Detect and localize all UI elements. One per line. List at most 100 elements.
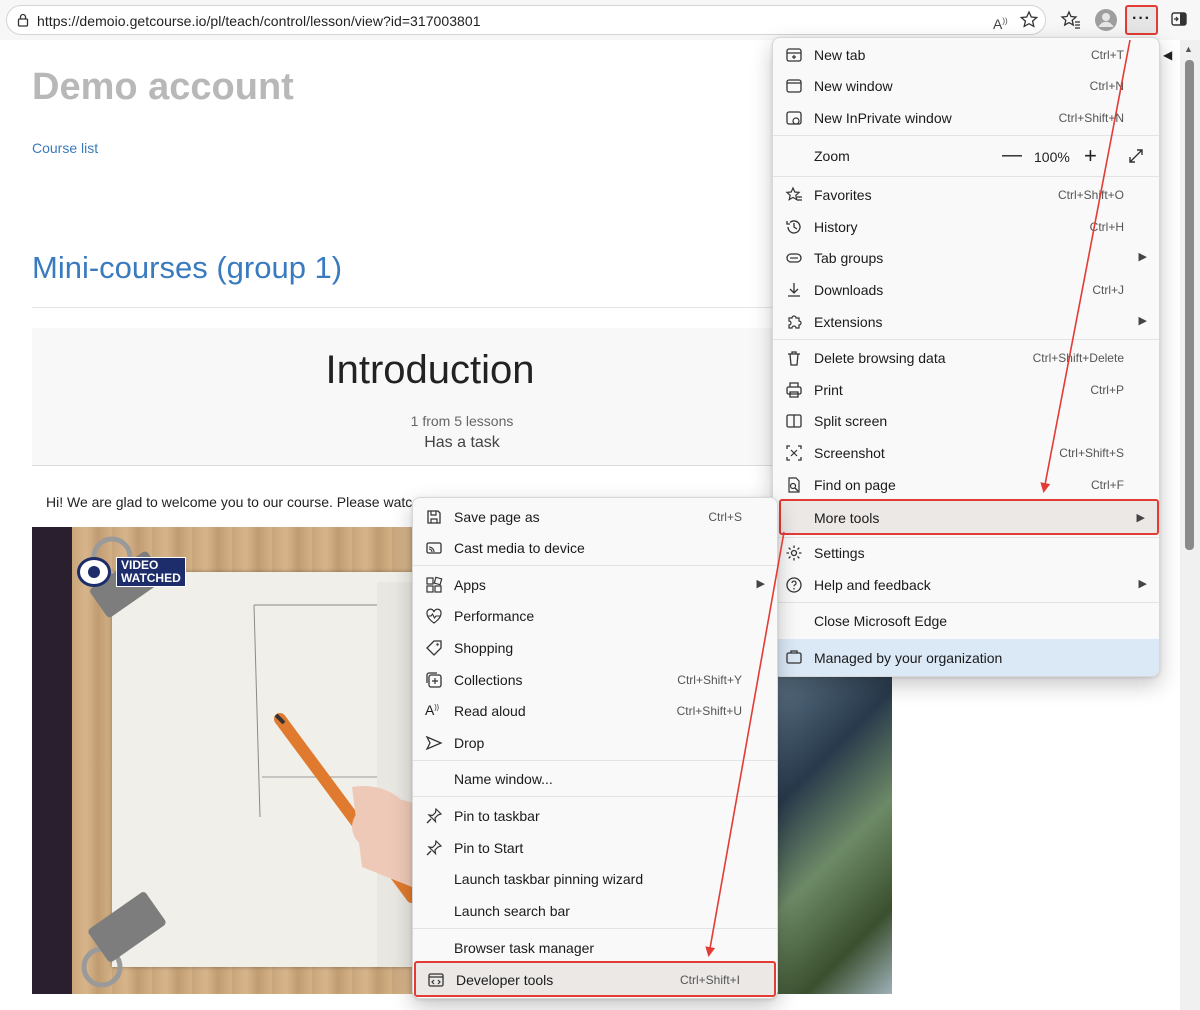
menu-item-drop[interactable]: Drop xyxy=(413,728,777,758)
video-watched-badge: VIDEO WATCHED xyxy=(116,557,186,587)
find-icon xyxy=(785,476,803,494)
site-title: Demo account xyxy=(32,66,294,108)
course-list-link[interactable]: Course list xyxy=(32,140,98,156)
menu-item-settings[interactable]: Settings xyxy=(773,538,1159,568)
help-icon xyxy=(785,576,803,594)
briefcase-icon xyxy=(785,648,803,666)
menu-item-pin-to-start[interactable]: Pin to Start xyxy=(413,833,777,863)
menu-item-developer-tools[interactable]: Developer tools Ctrl+Shift+I xyxy=(414,961,776,997)
menu-item-close-edge[interactable]: Close Microsoft Edge xyxy=(773,606,1159,636)
menu-item-downloads[interactable]: Downloads Ctrl+J xyxy=(773,275,1159,305)
menu-separator xyxy=(413,928,777,929)
history-icon xyxy=(785,218,803,236)
zoom-level: 100% xyxy=(1034,149,1070,165)
collections-icon xyxy=(425,671,443,689)
menu-item-delete-browsing-data[interactable]: Delete browsing data Ctrl+Shift+Delete xyxy=(773,343,1159,373)
submenu-arrow-icon: ▶ xyxy=(1136,512,1145,524)
menu-item-launch-search-bar[interactable]: Launch search bar xyxy=(413,896,777,926)
trash-icon xyxy=(785,349,803,367)
performance-icon xyxy=(425,607,443,625)
scroll-up-arrow-icon[interactable]: ▲ xyxy=(1184,44,1193,54)
favorites-bar-icon[interactable] xyxy=(1060,9,1082,31)
group-title[interactable]: Mini-courses (group 1) xyxy=(32,250,342,286)
tab-groups-icon xyxy=(785,249,803,267)
menu-item-print[interactable]: Print Ctrl+P xyxy=(773,375,1159,405)
settings-icon xyxy=(785,544,803,562)
scroll-thumb[interactable] xyxy=(1185,60,1194,550)
address-bar[interactable]: https://demoio.getcourse.io/pl/teach/con… xyxy=(6,5,1046,35)
menu-item-split-screen[interactable]: Split screen xyxy=(773,406,1159,436)
menu-item-apps[interactable]: Apps ▶ xyxy=(413,570,777,600)
zoom-out-button[interactable]: — xyxy=(1002,144,1022,167)
lock-icon[interactable] xyxy=(17,13,29,27)
screenshot-icon xyxy=(785,444,803,462)
cast-icon xyxy=(425,539,443,557)
menu-item-browser-task-manager[interactable]: Browser task manager xyxy=(413,933,777,963)
new-window-icon xyxy=(785,77,803,95)
downloads-icon xyxy=(785,281,803,299)
menu-separator xyxy=(773,176,1159,177)
menu-item-new-window[interactable]: New window Ctrl+N xyxy=(773,71,1159,101)
more-tools-submenu: Save page as Ctrl+S Cast media to device … xyxy=(412,497,778,999)
menu-item-zoom: Zoom — 100% + xyxy=(773,141,1159,171)
inprivate-icon xyxy=(785,109,803,127)
menu-item-pin-to-taskbar[interactable]: Pin to taskbar xyxy=(413,801,777,831)
welcome-text: Hi! We are glad to welcome you to our co… xyxy=(46,494,413,510)
menu-item-tab-groups[interactable]: Tab groups ▶ xyxy=(773,243,1159,273)
menu-item-name-window[interactable]: Name window... xyxy=(413,764,777,794)
menu-separator xyxy=(413,760,777,761)
divider xyxy=(32,307,772,308)
browser-toolbar: https://demoio.getcourse.io/pl/teach/con… xyxy=(0,0,1200,40)
menu-separator xyxy=(413,796,777,797)
menu-separator xyxy=(773,135,1159,136)
menu-item-screenshot[interactable]: Screenshot Ctrl+Shift+S xyxy=(773,438,1159,468)
menu-item-taskbar-pinning-wizard[interactable]: Launch taskbar pinning wizard xyxy=(413,864,777,894)
sidebar-toggle-icon[interactable] xyxy=(1170,10,1192,32)
menu-separator xyxy=(773,602,1159,603)
menu-item-extensions[interactable]: Extensions ▶ xyxy=(773,307,1159,337)
shopping-tag-icon xyxy=(425,639,443,657)
print-icon xyxy=(785,381,803,399)
menu-item-more-tools[interactable]: More tools ▶ xyxy=(779,499,1159,535)
menu-item-help-and-feedback[interactable]: Help and feedback ▶ xyxy=(773,570,1159,600)
fullscreen-icon[interactable] xyxy=(1127,147,1145,165)
save-icon xyxy=(425,508,443,526)
menu-item-find-on-page[interactable]: Find on page Ctrl+F xyxy=(773,470,1159,500)
submenu-arrow-icon: ▶ xyxy=(756,578,765,590)
apps-icon xyxy=(425,576,443,594)
pin-icon xyxy=(425,807,443,825)
menu-item-new-tab[interactable]: New tab Ctrl+T xyxy=(773,40,1159,70)
new-tab-icon xyxy=(785,46,803,64)
menu-item-save-page-as[interactable]: Save page as Ctrl+S xyxy=(413,502,777,532)
collapse-sidebar-icon[interactable]: ◀ xyxy=(1163,48,1172,62)
developer-tools-icon xyxy=(427,971,445,989)
menu-separator xyxy=(773,339,1159,340)
read-aloud-icon[interactable]: A)) xyxy=(993,16,1008,32)
settings-and-more-button[interactable]: ··· xyxy=(1125,5,1158,35)
eye-icon xyxy=(77,557,111,587)
favorites-icon xyxy=(785,186,803,204)
url-text[interactable]: https://demoio.getcourse.io/pl/teach/con… xyxy=(37,13,481,29)
add-favorite-icon[interactable] xyxy=(1019,10,1041,32)
video-paint-palette xyxy=(777,675,892,994)
menu-item-shopping[interactable]: Shopping xyxy=(413,633,777,663)
extensions-icon xyxy=(785,313,803,331)
menu-separator xyxy=(413,565,777,566)
submenu-arrow-icon: ▶ xyxy=(1138,578,1147,590)
zoom-in-button[interactable]: + xyxy=(1084,143,1097,169)
menu-item-new-inprivate-window[interactable]: New InPrivate window Ctrl+Shift+N xyxy=(773,103,1159,133)
pin-icon xyxy=(425,839,443,857)
menu-item-history[interactable]: History Ctrl+H xyxy=(773,212,1159,242)
menu-item-favorites[interactable]: Favorites Ctrl+Shift+O xyxy=(773,180,1159,210)
profile-avatar-icon[interactable] xyxy=(1094,8,1117,31)
menu-item-managed-by-organization[interactable]: Managed by your organization xyxy=(773,639,1159,676)
split-screen-icon xyxy=(785,412,803,430)
menu-item-performance[interactable]: Performance xyxy=(413,601,777,631)
menu-item-collections[interactable]: Collections Ctrl+Shift+Y xyxy=(413,665,777,695)
menu-item-cast-media[interactable]: Cast media to device xyxy=(413,533,777,563)
lesson-title: Introduction xyxy=(325,348,535,392)
read-aloud-icon: A)) xyxy=(425,702,440,718)
submenu-arrow-icon: ▶ xyxy=(1138,251,1147,263)
settings-and-more-menu: New tab Ctrl+T New window Ctrl+N New InPri… xyxy=(772,37,1160,677)
menu-item-read-aloud[interactable]: A)) Read aloud Ctrl+Shift+U xyxy=(413,696,777,726)
